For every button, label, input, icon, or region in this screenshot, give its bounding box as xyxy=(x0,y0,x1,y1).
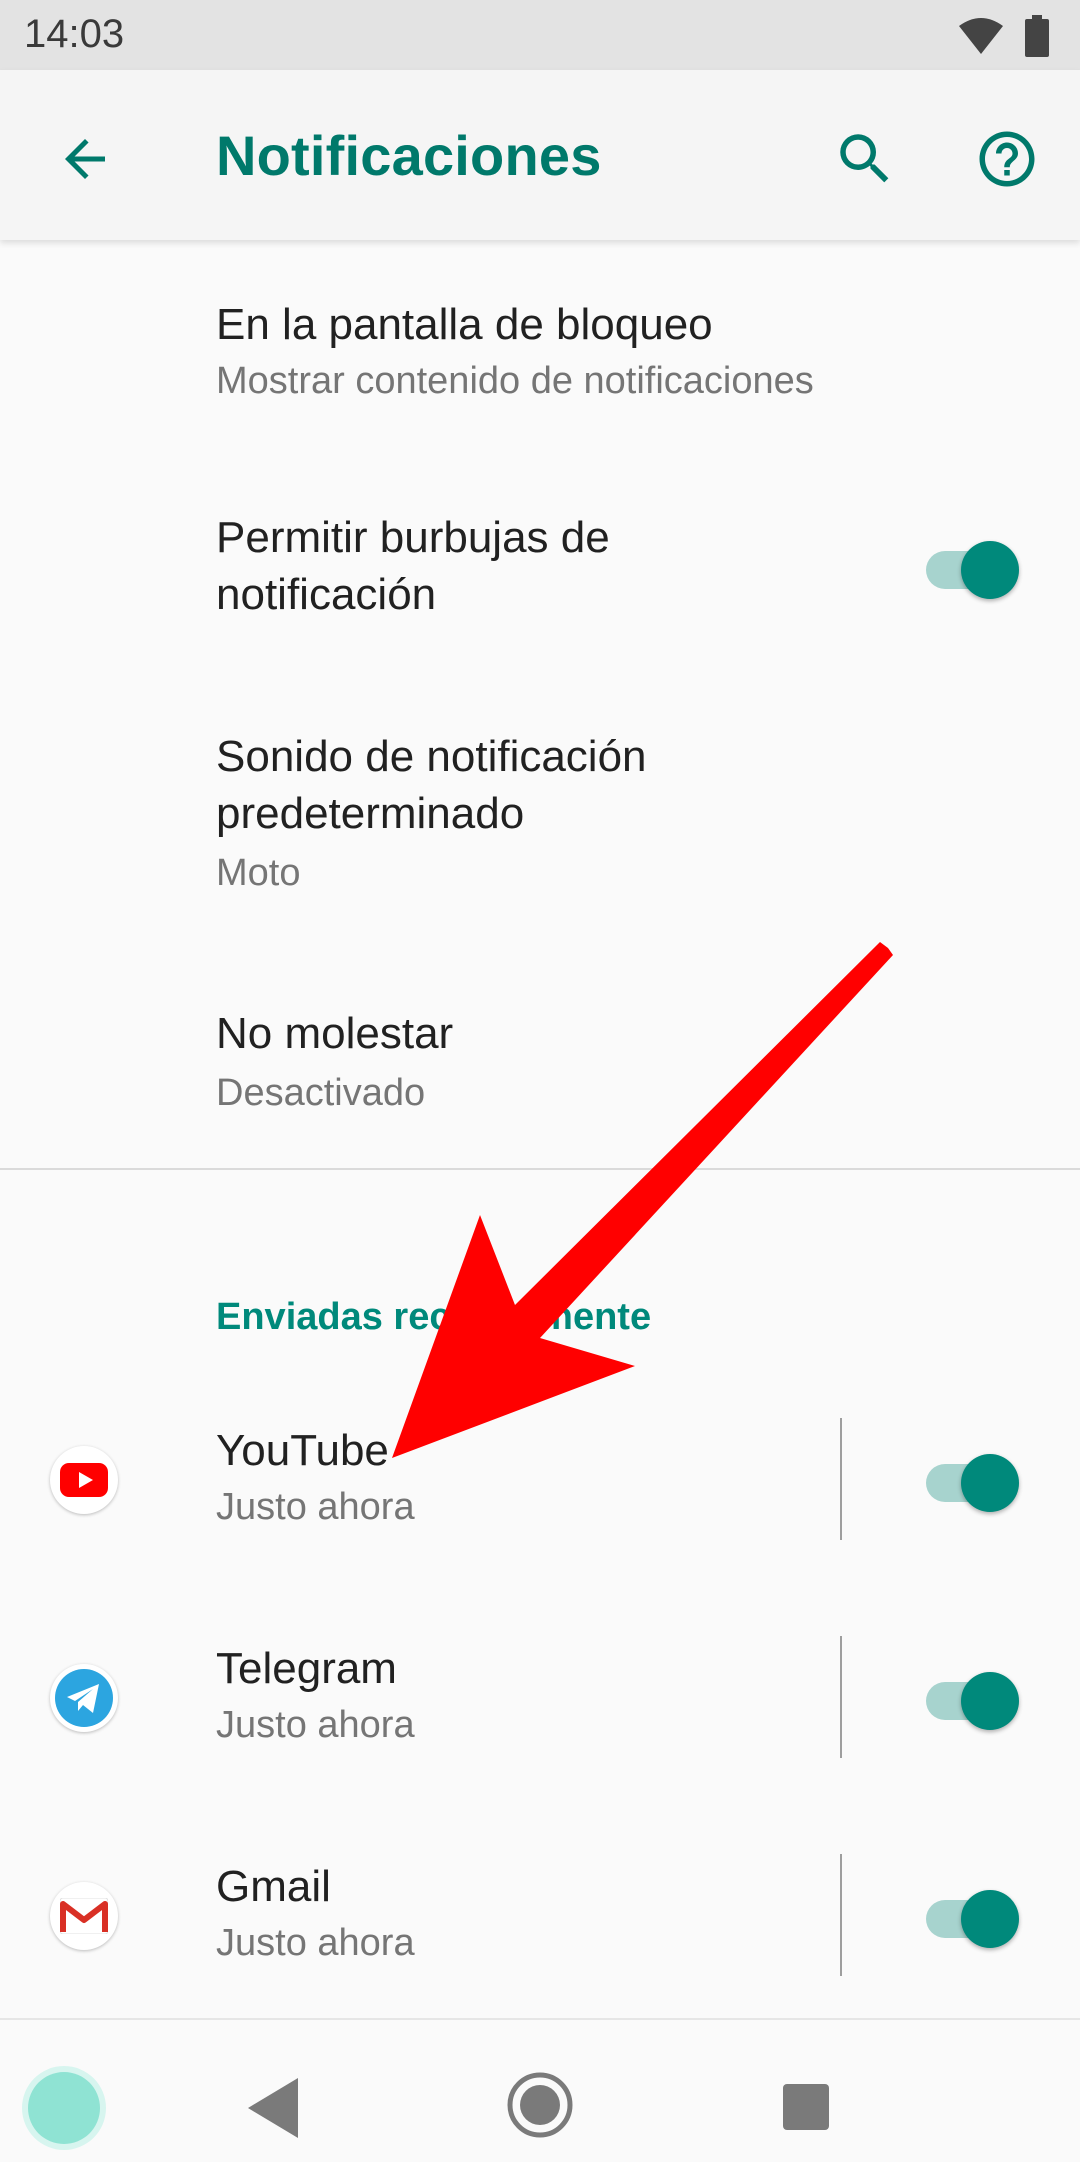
app-time: Justo ahora xyxy=(216,1704,415,1746)
search-icon xyxy=(840,134,889,183)
app-bar: Notificaciones xyxy=(0,70,1080,240)
setting-subtitle: Mostrar contenido de notificaciones xyxy=(216,360,814,402)
wifi-icon xyxy=(959,18,1003,54)
gmail-toggle[interactable] xyxy=(926,1880,1026,1950)
vertical-separator xyxy=(840,1636,842,1758)
vertical-separator xyxy=(840,1418,842,1540)
setting-title-line1: Sonido de notificación xyxy=(216,732,647,781)
setting-title-line2: notificación xyxy=(216,570,437,619)
app-time: Justo ahora xyxy=(216,1922,415,1964)
bubbles-toggle[interactable] xyxy=(926,531,1026,601)
back-button[interactable] xyxy=(40,114,130,204)
toggle-thumb xyxy=(961,541,1019,599)
app-name: Gmail xyxy=(216,1862,331,1911)
app-time: Justo ahora xyxy=(216,1486,415,1528)
setting-title-line1: Permitir burbujas de xyxy=(216,513,610,562)
setting-subtitle: Moto xyxy=(216,852,301,894)
app-name: YouTube xyxy=(216,1426,389,1475)
telegram-toggle[interactable] xyxy=(926,1662,1026,1732)
search-button[interactable] xyxy=(820,114,910,204)
app-row-telegram[interactable]: Telegram Justo ahora xyxy=(0,1628,1080,1768)
setting-subtitle: Desactivado xyxy=(216,1072,426,1114)
youtube-toggle[interactable] xyxy=(926,1444,1026,1514)
setting-default-sound[interactable]: Sonido de notificación predeterminado Mo… xyxy=(0,724,1080,914)
page-title: Notificaciones xyxy=(216,124,602,187)
setting-title-line2: predeterminado xyxy=(216,789,525,838)
section-header-recent: Enviadas recientemente xyxy=(216,1296,652,1338)
arrow-back-icon xyxy=(65,139,105,179)
toggle-thumb xyxy=(961,1672,1019,1730)
status-time: 14:03 xyxy=(24,12,125,56)
help-button[interactable] xyxy=(962,114,1052,204)
toggle-thumb xyxy=(961,1454,1019,1512)
app-name: Telegram xyxy=(216,1644,397,1693)
setting-notification-bubbles[interactable]: Permitir burbujas de notificación xyxy=(0,505,1080,645)
setting-title: No molestar xyxy=(216,1009,454,1058)
youtube-icon xyxy=(50,1446,118,1514)
divider xyxy=(0,1168,1080,1170)
setting-lock-screen[interactable]: En la pantalla de bloqueo Mostrar conten… xyxy=(0,290,1080,430)
toggle-thumb xyxy=(961,1890,1019,1948)
nav-back-icon[interactable] xyxy=(240,2068,310,2148)
battery-icon xyxy=(1025,15,1049,57)
app-row-gmail[interactable]: Gmail Justo ahora xyxy=(0,1846,1080,1986)
status-icons xyxy=(958,14,1050,58)
telegram-icon xyxy=(50,1664,118,1732)
assistant-icon[interactable] xyxy=(28,2072,100,2144)
setting-title: En la pantalla de bloqueo xyxy=(216,300,713,349)
nav-home-icon[interactable] xyxy=(505,2070,575,2140)
navigation-bar xyxy=(0,2018,1080,2162)
status-bar: 14:03 xyxy=(0,0,1080,70)
setting-do-not-disturb[interactable]: No molestar Desactivado xyxy=(0,1005,1080,1135)
help-icon xyxy=(979,131,1035,187)
nav-recents-icon[interactable] xyxy=(783,2084,829,2130)
app-row-youtube[interactable]: YouTube Justo ahora xyxy=(0,1410,1080,1550)
vertical-separator xyxy=(840,1854,842,1976)
gmail-icon xyxy=(50,1882,118,1950)
